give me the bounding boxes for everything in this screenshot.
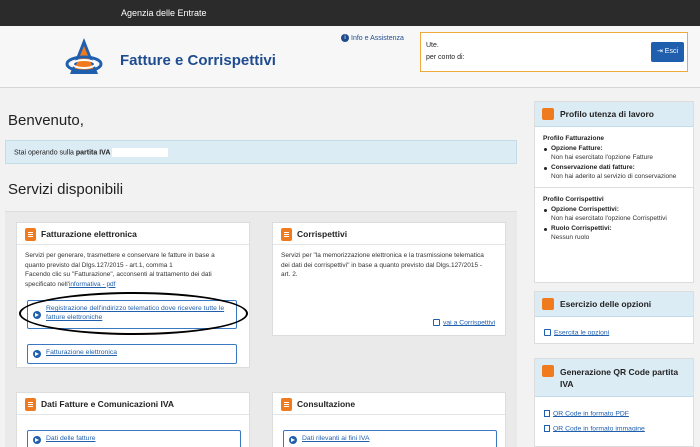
services-title: Servizi disponibili <box>8 181 124 198</box>
dati-rilevanti-button[interactable]: Dati rilevanti ai fini IVA <box>283 430 497 447</box>
arrow-right-icon <box>289 436 297 444</box>
card-corrispettivi-head: Corrispettivi <box>273 223 505 245</box>
top-bar: Agenzia delle Entrate <box>0 0 700 26</box>
partita-iva-notice: Stai operando sulla partita IVA <box>5 140 517 164</box>
qr-head: Generazione QR Code partita IVA <box>535 359 693 397</box>
highlight-circle <box>19 292 248 335</box>
info-assistenza-link[interactable]: i Info e Assistenza <box>341 34 404 42</box>
qr-pdf-link[interactable]: QR Code in formato PDF <box>544 410 629 417</box>
header: Fatture e Corrispettivi i Info e Assisten… <box>0 26 700 88</box>
qr-image-link[interactable]: QR Code in formato immagine <box>544 425 645 432</box>
agenzia-logo-icon <box>65 38 103 74</box>
user-box: Ute. per conto di: ⇥ Esci <box>420 32 688 72</box>
redacted-value <box>112 148 169 157</box>
edit-icon <box>544 329 551 336</box>
card-consultazione-head: Consultazione <box>273 393 505 415</box>
on-behalf-label: per conto di: <box>426 54 465 61</box>
esercita-opzioni-link[interactable]: Esercita le opzioni <box>544 329 609 336</box>
card-fatturazione-head: Fatturazione elettronica <box>17 223 249 245</box>
profile-body: Profilo Fatturazione Opzione Fatture: No… <box>535 127 693 245</box>
document-icon <box>542 365 554 377</box>
card-fatturazione-text: Servizi per generare, trasmettere e cons… <box>25 252 215 288</box>
divider <box>535 187 693 188</box>
document-icon <box>25 398 36 411</box>
app-title: Fatture e Corrispettivi <box>120 52 276 69</box>
welcome-title: Benvenuto, <box>8 112 84 129</box>
arrow-right-icon <box>33 350 41 358</box>
file-icon <box>544 410 550 417</box>
card-corrispettivi-text: Servizi per "la memorizzazione elettroni… <box>281 252 484 278</box>
card-dati-fatture-head: Dati Fatture e Comunicazioni IVA <box>17 393 249 415</box>
arrow-right-icon <box>33 436 41 444</box>
opzioni-head: Esercizio delle opzioni <box>535 292 693 317</box>
fatturazione-elettronica-button[interactable]: Fatturazione elettronica <box>27 344 237 364</box>
document-icon <box>25 228 36 241</box>
document-icon <box>281 398 292 411</box>
opzioni-box: Esercizio delle opzioni Esercita le opzi… <box>534 291 694 344</box>
user-icon <box>542 108 554 120</box>
profile-head: Profilo utenza di lavoro <box>535 102 693 127</box>
info-icon: i <box>341 34 349 42</box>
exit-button[interactable]: ⇥ Esci <box>651 42 684 62</box>
agency-name: Agenzia delle Entrate <box>121 8 207 18</box>
user-label: Ute. <box>426 42 439 49</box>
dati-fatture-button[interactable]: Dati delle fatture <box>27 430 241 447</box>
file-icon <box>544 425 550 432</box>
qr-box: Generazione QR Code partita IVA QR Code … <box>534 358 694 447</box>
document-icon <box>281 228 292 241</box>
vai-corrispettivi-link[interactable]: vai a Corrispettivi <box>433 319 495 326</box>
gear-icon <box>542 298 554 310</box>
edit-icon <box>433 319 440 326</box>
profile-sidebar: Profilo utenza di lavoro Profilo Fattura… <box>534 101 694 283</box>
card-corrispettivi: Corrispettivi Servizi per "la memorizzaz… <box>272 222 506 336</box>
informativa-pdf-link[interactable]: informativa - pdf <box>69 281 116 288</box>
